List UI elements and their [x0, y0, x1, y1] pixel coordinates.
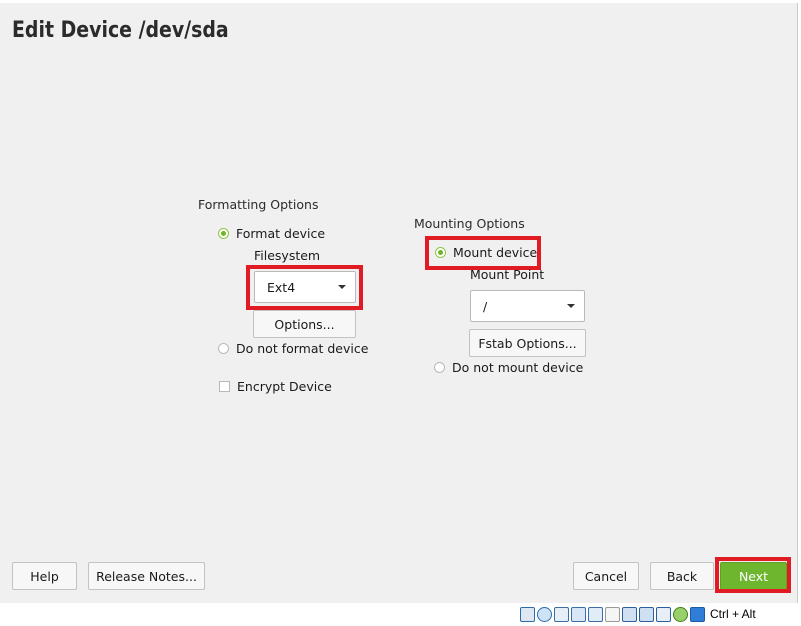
do-not-mount-radio[interactable]: Do not mount device: [434, 360, 583, 375]
optical-drive-icon[interactable]: [537, 606, 552, 622]
page-title: Edit Device /dev/sda: [12, 18, 229, 43]
host-key-label: Ctrl + Alt: [710, 607, 756, 621]
checkbox-unchecked-icon: [219, 381, 230, 392]
radio-selected-icon: [435, 247, 446, 258]
fstab-options-button[interactable]: Fstab Options...: [469, 329, 586, 357]
formatting-options-label: Formatting Options: [198, 197, 319, 212]
mount-point-value: /: [483, 298, 488, 314]
mounting-options-label: Mounting Options: [414, 216, 525, 231]
mouse-integration-icon[interactable]: [673, 606, 688, 622]
audio-icon[interactable]: [554, 606, 569, 622]
do-not-format-label: Do not format device: [236, 341, 369, 356]
filesystem-combo[interactable]: Ext4: [254, 271, 356, 303]
next-button[interactable]: Next: [720, 562, 787, 590]
virtualization-icon[interactable]: [656, 606, 671, 622]
options-button[interactable]: Options...: [253, 310, 356, 338]
do-not-format-radio[interactable]: Do not format device: [218, 341, 368, 356]
mount-point-label: Mount Point: [470, 267, 545, 282]
chevron-down-icon: [338, 285, 346, 289]
mount-device-radio[interactable]: Mount device: [435, 245, 537, 260]
radio-unselected-icon: [218, 343, 229, 354]
mount-point-combo[interactable]: /: [470, 290, 585, 322]
back-button[interactable]: Back: [650, 562, 714, 590]
mount-device-label: Mount device: [453, 245, 538, 260]
filesystem-value: Ext4: [267, 279, 296, 295]
hard-disk-icon[interactable]: [520, 606, 535, 622]
release-notes-button[interactable]: Release Notes...: [88, 562, 205, 590]
network-icon[interactable]: [571, 606, 586, 622]
filesystem-label: Filesystem: [254, 248, 321, 263]
encrypt-device-checkbox[interactable]: Encrypt Device: [219, 379, 332, 394]
installer-window: Edit Device /dev/sda Formatting Options …: [0, 3, 798, 603]
format-device-label: Format device: [236, 226, 326, 241]
vm-status-bar: Ctrl + Alt: [520, 605, 756, 623]
shared-folder-icon[interactable]: [605, 606, 620, 622]
format-device-radio[interactable]: Format device: [218, 226, 325, 241]
display-icon[interactable]: [622, 606, 637, 622]
video-capture-icon[interactable]: [639, 606, 654, 622]
radio-selected-icon: [218, 228, 229, 239]
help-button[interactable]: Help: [12, 562, 77, 590]
chevron-down-icon: [567, 304, 575, 308]
encrypt-device-label: Encrypt Device: [237, 379, 332, 394]
radio-unselected-icon: [434, 362, 445, 373]
keyboard-capture-icon[interactable]: [690, 606, 705, 622]
usb-icon[interactable]: [588, 606, 603, 622]
do-not-mount-label: Do not mount device: [452, 360, 584, 375]
cancel-button[interactable]: Cancel: [573, 562, 639, 590]
